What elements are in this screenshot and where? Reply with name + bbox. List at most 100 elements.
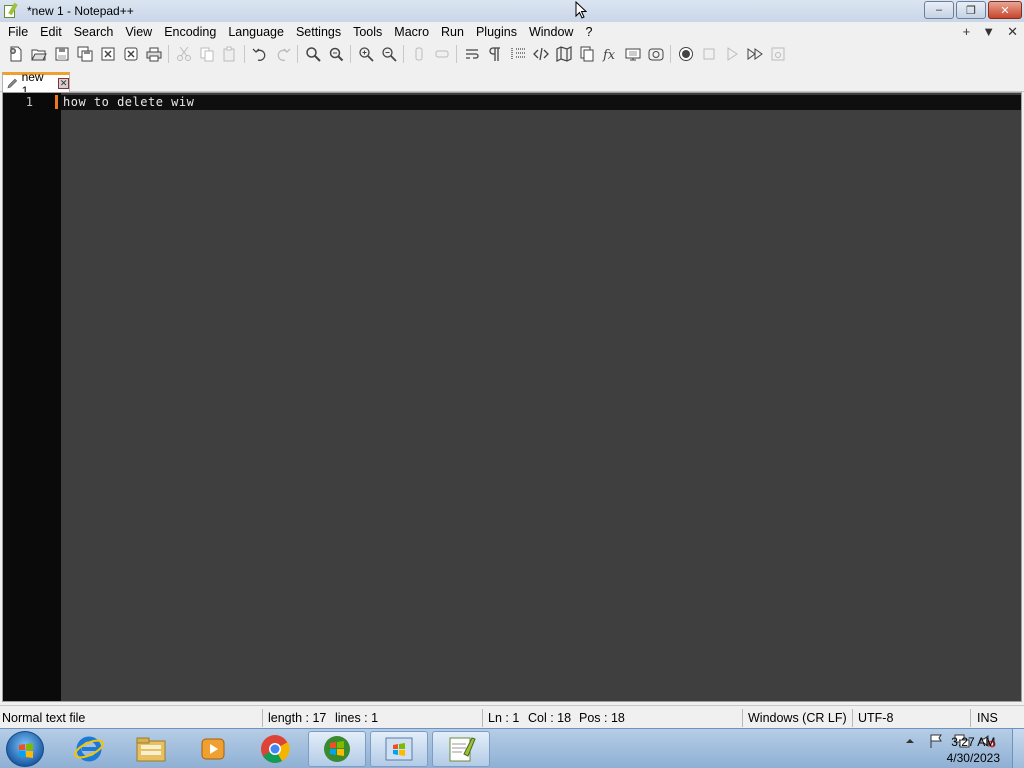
folder-workspace-icon[interactable] [621, 43, 644, 65]
taskbar-clock[interactable]: 3:27 AM 4/30/2023 [947, 734, 1000, 766]
windows-window-icon [385, 737, 413, 761]
save-icon[interactable] [50, 43, 73, 65]
window-controls: – ❐ ✕ [924, 1, 1022, 19]
menu-settings[interactable]: Settings [290, 22, 347, 42]
toolbar: fx [0, 42, 1024, 66]
play-macro-icon[interactable] [720, 43, 743, 65]
tab-close-icon[interactable]: ✕ [58, 78, 70, 89]
status-bar: Normal text file length : 17 lines : 1 L… [0, 705, 1024, 729]
action-center-flag-icon[interactable] [928, 733, 944, 749]
tab-new-1[interactable]: new 1 ✕ [2, 70, 70, 98]
new-file-icon[interactable] [4, 43, 27, 65]
redo-icon[interactable] [271, 43, 294, 65]
indent-guide-icon[interactable] [506, 43, 529, 65]
show-hidden-icons-icon[interactable] [902, 733, 918, 749]
menu-run[interactable]: Run [435, 22, 470, 42]
close-all-icon[interactable] [119, 43, 142, 65]
print-icon[interactable] [142, 43, 165, 65]
folder-icon [136, 737, 166, 762]
menu-help[interactable]: ? [579, 22, 598, 42]
mouse-cursor-icon [575, 1, 587, 19]
menu-plugins[interactable]: Plugins [470, 22, 523, 42]
paste-icon[interactable] [218, 43, 241, 65]
status-divider [482, 709, 483, 727]
close-icon[interactable] [96, 43, 119, 65]
taskbar-windows-app-green[interactable] [308, 731, 366, 767]
document-list-icon[interactable] [575, 43, 598, 65]
editor-pane[interactable]: 1 how to delete wiw [2, 92, 1022, 702]
toolbar-divider [350, 45, 351, 63]
status-divider [970, 709, 971, 727]
status-length: length : 17 [268, 711, 327, 725]
stop-recording-icon[interactable] [697, 43, 720, 65]
sync-vertical-icon[interactable] [407, 43, 430, 65]
pencil-icon [7, 78, 18, 89]
menu-bar: File Edit Search View Encoding Language … [0, 22, 1024, 42]
status-pos: Pos : 18 [579, 711, 625, 725]
media-player-icon [201, 738, 225, 760]
monitoring-icon[interactable] [644, 43, 667, 65]
xml-tag-icon[interactable] [529, 43, 552, 65]
window-title: *new 1 - Notepad++ [27, 4, 134, 18]
close-button[interactable]: ✕ [988, 1, 1022, 19]
editor-line-text[interactable]: how to delete wiw [63, 95, 194, 109]
status-ln: Ln : 1 [488, 711, 520, 725]
cut-icon[interactable] [172, 43, 195, 65]
taskbar-google-chrome[interactable] [246, 731, 304, 767]
clock-date: 4/30/2023 [946, 751, 1000, 765]
taskbar-windows-app[interactable] [370, 731, 428, 767]
start-button[interactable] [6, 731, 44, 767]
open-file-icon[interactable] [27, 43, 50, 65]
svg-text:fx: fx [602, 48, 616, 62]
status-divider [262, 709, 263, 727]
restore-button[interactable]: ❐ [956, 1, 986, 19]
status-encoding: UTF-8 [858, 711, 894, 725]
find-icon[interactable] [301, 43, 324, 65]
zoom-in-icon[interactable] [354, 43, 377, 65]
undo-icon[interactable] [248, 43, 271, 65]
new-tab-button[interactable]: + [963, 22, 971, 42]
status-insert-mode: INS [977, 711, 998, 725]
toolbar-divider [670, 45, 671, 63]
clock-time: 3:27 AM [951, 735, 996, 749]
status-eol: Windows (CR LF) [748, 711, 847, 725]
taskbar-notepad-plus-plus[interactable] [432, 731, 490, 767]
taskbar-internet-explorer[interactable] [60, 731, 118, 767]
menu-edit[interactable]: Edit [34, 22, 68, 42]
menu-language[interactable]: Language [222, 22, 290, 42]
menu-macro[interactable]: Macro [388, 22, 435, 42]
close-document-button[interactable]: ✕ [1007, 22, 1018, 42]
menu-file[interactable]: File [0, 22, 34, 42]
taskbar-windows-explorer[interactable] [122, 731, 180, 767]
save-macro-icon[interactable] [766, 43, 789, 65]
tab-list-dropdown[interactable]: ▼ [982, 22, 995, 42]
status-file-type: Normal text file [2, 711, 86, 725]
function-list-icon[interactable]: fx [598, 43, 621, 65]
sync-horizontal-icon[interactable] [430, 43, 453, 65]
copy-icon[interactable] [195, 43, 218, 65]
toolbar-divider [244, 45, 245, 63]
toolbar-divider [168, 45, 169, 63]
internet-explorer-icon [74, 736, 104, 762]
windows-green-icon [324, 736, 350, 762]
menu-view[interactable]: View [119, 22, 158, 42]
line-number: 1 [25, 95, 33, 109]
notepad-plus-plus-icon [449, 737, 476, 762]
menu-encoding[interactable]: Encoding [158, 22, 222, 42]
show-desktop-button[interactable] [1012, 729, 1024, 768]
menu-search[interactable]: Search [68, 22, 120, 42]
document-map-icon[interactable] [552, 43, 575, 65]
zoom-out-icon[interactable] [377, 43, 400, 65]
record-macro-icon[interactable] [674, 43, 697, 65]
save-all-icon[interactable] [73, 43, 96, 65]
taskbar-media-player[interactable] [184, 731, 242, 767]
menu-window[interactable]: Window [523, 22, 579, 42]
toolbar-divider [456, 45, 457, 63]
notepad-plus-plus-icon [3, 2, 19, 19]
menu-tools[interactable]: Tools [347, 22, 388, 42]
replace-icon[interactable] [324, 43, 347, 65]
word-wrap-icon[interactable] [460, 43, 483, 65]
minimize-button[interactable]: – [924, 1, 954, 19]
run-macro-multiple-icon[interactable] [743, 43, 766, 65]
show-all-chars-icon[interactable] [483, 43, 506, 65]
